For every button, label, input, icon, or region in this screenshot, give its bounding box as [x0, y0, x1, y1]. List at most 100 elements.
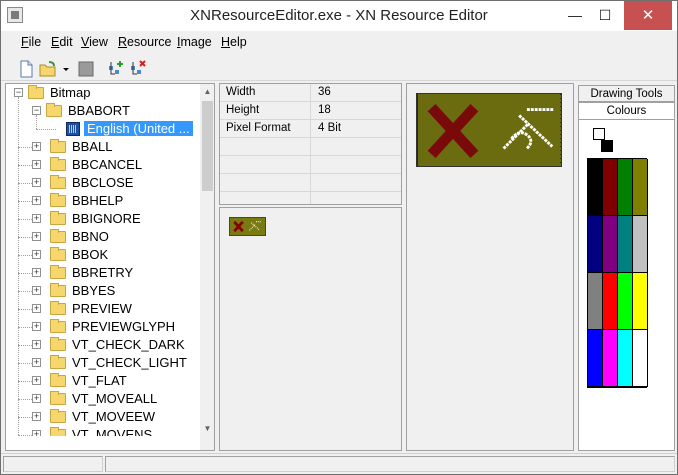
- property-value[interactable]: 36: [318, 86, 331, 98]
- zoomed-bitmap-canvas[interactable]: [416, 93, 562, 167]
- expand-icon[interactable]: +: [32, 412, 41, 421]
- colour-swatch[interactable]: [633, 159, 648, 216]
- colour-swatch[interactable]: [603, 159, 618, 216]
- expand-icon[interactable]: +: [32, 160, 41, 169]
- tree-item[interactable]: + BBOK: [6, 246, 200, 264]
- expand-icon[interactable]: +: [32, 250, 41, 259]
- colour-swatch[interactable]: [603, 216, 618, 273]
- add-resource-icon[interactable]: [107, 60, 125, 78]
- menu-edit[interactable]: Edit: [51, 35, 73, 49]
- menu-view[interactable]: View: [81, 35, 108, 49]
- colour-swatch[interactable]: [633, 330, 648, 387]
- scroll-down-arrow-icon[interactable]: ▼: [200, 421, 214, 436]
- tree-line: [18, 381, 32, 382]
- property-value[interactable]: 4 Bit: [318, 122, 341, 134]
- colour-swatch[interactable]: [603, 330, 618, 387]
- tree-item[interactable]: + BBIGNORE: [6, 210, 200, 228]
- expand-icon[interactable]: +: [32, 178, 41, 187]
- expand-icon[interactable]: +: [32, 304, 41, 313]
- new-file-icon[interactable]: [17, 60, 35, 78]
- close-button[interactable]: ✕: [624, 1, 672, 30]
- colour-swatch[interactable]: [618, 159, 633, 216]
- expand-icon[interactable]: +: [32, 268, 41, 277]
- colour-swatch[interactable]: [618, 273, 633, 330]
- status-panel: [3, 456, 103, 472]
- expand-icon[interactable]: +: [32, 430, 41, 436]
- scrollbar-thumb[interactable]: [202, 101, 213, 191]
- delete-resource-icon[interactable]: [129, 60, 147, 78]
- tree-item[interactable]: + BBCLOSE: [6, 174, 200, 192]
- collapse-icon[interactable]: −: [32, 106, 41, 115]
- menu-bar: File Edit View Resource Image Help: [1, 31, 677, 55]
- collapse-icon[interactable]: −: [14, 88, 23, 97]
- tree-item-label: BBHELP: [72, 193, 124, 208]
- tree-item-english-united[interactable]: English (United ...: [6, 120, 200, 138]
- expand-icon[interactable]: +: [32, 286, 41, 295]
- tree-item-label: BBYES: [72, 283, 116, 298]
- colour-swatch[interactable]: [633, 216, 648, 273]
- expand-icon[interactable]: +: [32, 196, 41, 205]
- expand-icon[interactable]: +: [32, 376, 41, 385]
- tree-item[interactable]: + BBHELP: [6, 192, 200, 210]
- menu-file[interactable]: File: [21, 35, 41, 49]
- expand-icon[interactable]: +: [32, 322, 41, 331]
- tree-item[interactable]: + VT_MOVENS: [6, 426, 200, 436]
- expand-icon[interactable]: +: [32, 394, 41, 403]
- colour-swatch[interactable]: [588, 216, 603, 273]
- tab-drawing-tools[interactable]: Drawing Tools: [578, 85, 675, 102]
- property-value[interactable]: 18: [318, 104, 331, 116]
- maximize-button[interactable]: ☐: [591, 1, 619, 30]
- tree-item-bbabort[interactable]: − BBABORT: [6, 102, 200, 120]
- tree-item[interactable]: + BBNO: [6, 228, 200, 246]
- open-dropdown-icon[interactable]: [61, 60, 71, 78]
- tree-item[interactable]: + VT_CHECK_LIGHT: [6, 354, 200, 372]
- tree-item-label: BBABORT: [68, 103, 130, 118]
- colour-swatch[interactable]: [588, 330, 603, 387]
- thumbnail-preview-pane: [219, 207, 402, 451]
- tree-item[interactable]: + VT_FLAT: [6, 372, 200, 390]
- property-row-height[interactable]: Height 18: [220, 102, 401, 120]
- property-row-pixel-format[interactable]: Pixel Format 4 Bit: [220, 120, 401, 138]
- save-icon[interactable]: [77, 60, 95, 78]
- tree-item-label: PREVIEWGLYPH: [72, 319, 176, 334]
- colour-swatch[interactable]: [618, 216, 633, 273]
- expand-icon[interactable]: +: [32, 232, 41, 241]
- property-row-width[interactable]: Width 36: [220, 84, 401, 102]
- tree-item[interactable]: + VT_CHECK_DARK: [6, 336, 200, 354]
- colour-swatch[interactable]: [588, 159, 603, 216]
- folder-icon: [50, 193, 66, 207]
- menu-image[interactable]: Image: [177, 35, 212, 49]
- tree-item[interactable]: + PREVIEW: [6, 300, 200, 318]
- resource-tree[interactable]: − Bitmap − BBABORT English (United ... +…: [5, 83, 215, 451]
- open-folder-icon[interactable]: [39, 60, 57, 78]
- tab-colours[interactable]: Colours: [578, 102, 675, 119]
- foreground-background-selector[interactable]: [593, 128, 615, 154]
- tree-item[interactable]: + VT_MOVEEW: [6, 408, 200, 426]
- expand-icon[interactable]: +: [32, 358, 41, 367]
- menu-resource[interactable]: Resource: [118, 35, 172, 49]
- tree-item[interactable]: + PREVIEWGLYPH: [6, 318, 200, 336]
- tree-item[interactable]: + BBYES: [6, 282, 200, 300]
- expand-icon[interactable]: +: [32, 214, 41, 223]
- tree-item[interactable]: + BBALL: [6, 138, 200, 156]
- image-editor-pane[interactable]: [406, 83, 574, 451]
- tree-item-label: BBOK: [72, 247, 109, 262]
- folder-icon: [50, 211, 66, 225]
- tree-item-bitmap[interactable]: − Bitmap: [6, 84, 200, 102]
- minimize-button[interactable]: —: [561, 1, 589, 30]
- colour-swatch[interactable]: [618, 330, 633, 387]
- menu-help[interactable]: Help: [221, 35, 247, 49]
- tree-item[interactable]: + BBCANCEL: [6, 156, 200, 174]
- scroll-up-arrow-icon[interactable]: ▲: [200, 84, 214, 99]
- colour-swatch[interactable]: [603, 273, 618, 330]
- tree-item[interactable]: + VT_MOVEALL: [6, 390, 200, 408]
- background-colour-swatch[interactable]: [601, 140, 613, 152]
- colour-swatch[interactable]: [633, 273, 648, 330]
- tree-item[interactable]: + BBRETRY: [6, 264, 200, 282]
- expand-icon[interactable]: +: [32, 142, 41, 151]
- tree-vertical-scrollbar[interactable]: ▲ ▼: [200, 84, 214, 436]
- tree-item-label: VT_CHECK_DARK: [72, 337, 185, 352]
- colour-swatch[interactable]: [588, 273, 603, 330]
- expand-icon[interactable]: +: [32, 340, 41, 349]
- foreground-colour-swatch[interactable]: [593, 128, 605, 140]
